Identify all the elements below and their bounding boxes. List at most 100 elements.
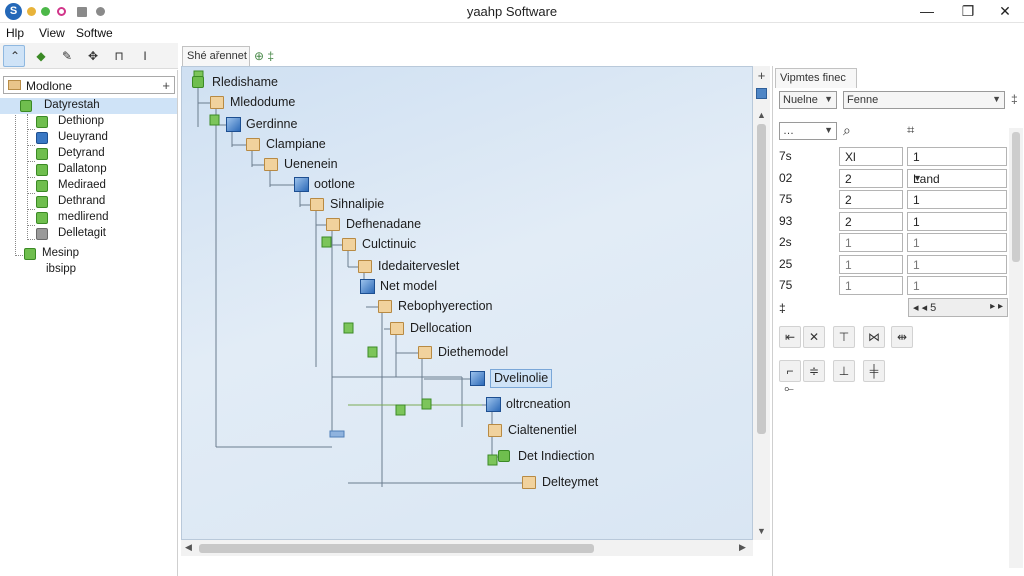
node-add-button[interactable]: ✎ [55,45,77,67]
pointer-tool-button[interactable]: ⌃ [3,45,25,67]
connect-button[interactable]: ✥ [81,45,103,67]
property-weight-field[interactable]: 1 [907,147,1007,166]
menu-software[interactable]: Softwe [76,26,113,40]
scroll-down-arrow[interactable]: ▼ [753,526,770,536]
node-split-button[interactable]: ⇹ [891,326,913,348]
properties-scrollbar[interactable] [1009,128,1023,568]
property-value-field[interactable]: 2 [839,190,903,209]
property-value-field[interactable]: 1 [839,233,903,252]
menu-help[interactable]: Hlp [6,26,24,40]
tab-properties-label: Vipmtes finec [780,72,846,84]
tree-item[interactable]: Delletagit [0,226,177,242]
add-icon[interactable]: + [162,78,170,93]
property-weight-field[interactable]: 1 [907,276,1007,295]
property-row: 25 1 1 [777,254,1009,275]
distribute-button[interactable]: ✕ [803,326,825,348]
tree-item[interactable]: Dethrand [0,194,177,210]
hierarchy-node[interactable]: ootlone [294,175,534,195]
hierarchy-node[interactable]: oltrcneation [486,395,726,415]
fit-view-icon[interactable] [756,88,767,99]
property-value-field[interactable]: Xl [839,147,903,166]
tab-model-canvas[interactable]: Shé ařennet [182,46,250,66]
tree-item[interactable]: Dallatonp [0,162,177,178]
tree-item[interactable]: Dethionp [0,114,177,130]
title-bar: S yaahp Software — ❐ ✕ [0,0,1024,23]
property-weight-field[interactable]: 1 [907,211,1007,231]
property-weight-field[interactable]: 1 [907,190,1007,209]
tab-options-icon[interactable]: ⊕ ‡ [254,49,274,63]
hierarchy-node[interactable]: Sihnalipie [310,195,550,215]
hierarchy-node[interactable]: Det Indiection [498,447,738,467]
hierarchy-node-label: oltrcneation [506,397,571,411]
property-value-field[interactable]: 1 [839,254,903,274]
node-add-icon: ✎ [61,49,73,63]
filter-select[interactable]: Fenne ▼ [843,91,1005,109]
property-value-field[interactable]: 2 [839,211,903,231]
split-center-button[interactable]: ╪ [863,360,885,382]
horizontal-scroll-thumb[interactable] [199,544,594,553]
grip-icon[interactable]: ‡ [1011,92,1018,106]
canvas-horizontal-scrollbar[interactable]: ◀ ▶ [181,540,753,556]
pin-button[interactable]: ⊓ [107,45,129,67]
property-weight-field[interactable]: 1 [907,233,1007,252]
folder-tool-button[interactable]: ◆ [29,45,51,67]
hierarchy-node[interactable]: Defhenadane [326,215,566,235]
maximize-button[interactable]: ❐ [953,1,983,21]
page-navigator[interactable]: ◂ ◂ 5 ▸ ▸ [908,298,1008,317]
pointer-icon: ⌃ [9,49,21,63]
hierarchy-node[interactable]: Clampiane [246,135,486,155]
align-left-button[interactable]: ⇤ [779,326,801,348]
scroll-right-arrow[interactable]: ▶ [739,542,746,553]
menu-view[interactable]: View [39,26,65,40]
property-row: 75 1 1 [777,275,1009,296]
tree-item[interactable]: Mesinp [0,246,177,262]
type-select[interactable]: Nuelne ▼ [779,91,837,109]
close-button[interactable]: ✕ [990,1,1020,21]
property-value-field[interactable]: 2 [839,168,903,188]
tree-item[interactable]: Detyrand [0,146,177,162]
crop-icon[interactable]: ⌗ [907,122,914,138]
hierarchy-node[interactable]: Rebophyerection [378,297,618,317]
tree-item[interactable]: Datyrestah [0,98,177,114]
model-dropdown[interactable]: Modlone + [3,76,175,94]
hierarchy-node[interactable]: Dvelinolie [470,369,710,389]
scroll-up-arrow[interactable]: ▲ [753,110,770,120]
property-weight-field[interactable]: Land ▼ [907,168,1007,188]
hierarchy-node[interactable]: Delteymet [522,473,752,493]
group-button[interactable]: ⟜ [779,378,801,400]
scroll-left-arrow[interactable]: ◀ [185,542,192,553]
tree-item-label: Mesinp [42,247,80,259]
properties-scroll-thumb[interactable] [1012,132,1020,262]
tree-item[interactable]: medlirend [0,210,177,226]
hierarchy-node[interactable]: Gerdinne [226,115,466,135]
tree-item[interactable]: Mediraed [0,178,177,194]
vertical-scroll-thumb[interactable] [757,124,766,434]
hierarchy-node[interactable]: Uenenein [264,155,504,175]
align-top-button[interactable]: ⊤ [833,326,855,348]
hierarchy-node[interactable]: Rledishame [192,73,432,93]
hierarchy-node[interactable]: Idedaiterveslet [358,257,598,277]
hierarchy-canvas[interactable]: Rledishame Mledodume Gerdinne Clampiane Uene… [181,66,753,540]
green-node-icon [24,248,36,260]
spread-button[interactable]: ⋈ [863,326,885,348]
tree-item[interactable]: ibsipp [0,262,177,278]
tab-properties[interactable]: Vipmtes finec [775,68,857,88]
hierarchy-node[interactable]: Diethemodel [418,343,658,363]
zoom-in-icon[interactable]: + [753,68,770,83]
minimize-button[interactable]: — [912,1,942,21]
mode-select[interactable]: … ▼ [779,122,837,140]
hierarchy-node[interactable]: Mledodume [210,93,450,113]
canvas-vertical-scrollbar[interactable]: + ▲ ▼ [753,66,770,540]
property-weight-field[interactable]: 1 [907,254,1007,274]
hierarchy-node[interactable]: Dellocation [390,319,630,339]
align-bottom-button[interactable]: ⊥ [833,360,855,382]
align-center-button[interactable]: ≑ [803,360,825,382]
text-button[interactable]: I [133,45,155,67]
property-value-field[interactable]: 1 [839,276,903,295]
hierarchy-node[interactable]: Culctinuic [342,235,582,255]
search-icon[interactable]: ⌕ [843,122,851,139]
tree-item[interactable]: Ueuyrand [0,130,177,146]
hierarchy-node[interactable]: Net model [360,277,600,297]
page-next-arrows[interactable]: ▸ ▸ [990,301,1003,312]
hierarchy-node[interactable]: Cialtenentiel [488,421,728,441]
